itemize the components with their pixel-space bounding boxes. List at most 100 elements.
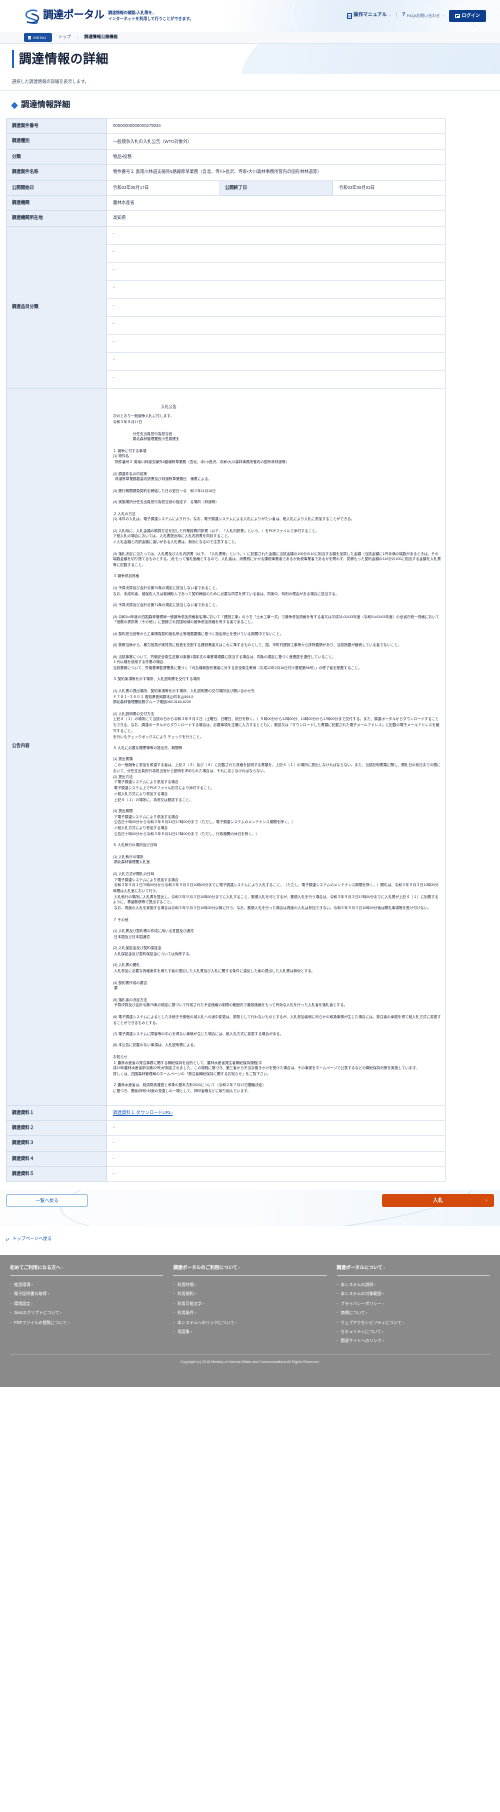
procurement-detail-table: 調達案件番号 00000000000000279034 調達種別 一般競争入札の…: [6, 118, 446, 1183]
footer-link-label: 利用条件: [177, 1310, 194, 1316]
table-row: 調達機関 農林水産省: [6, 194, 446, 212]
title-decoration-swoosh: [232, 44, 500, 74]
footer-link-label: セキュリティについて: [340, 1329, 382, 1335]
item-category-value: -: [106, 297, 446, 317]
footer-link[interactable]: 環境設定›: [10, 1299, 163, 1308]
chevron-right-icon: ›: [202, 1301, 205, 1306]
faq-link-label: FAQ・お問い合わせ: [406, 13, 441, 19]
row-value-case-name: 物件番号２ 奥南川林道支線外5路線除草業務（吾北、寺川・長沢、寺家・大川森林事務…: [106, 164, 446, 181]
action-bar: 一覧へ戻る 入札 ›: [0, 1190, 500, 1227]
footer-link[interactable]: PDFファイルの閲覧について›: [10, 1318, 163, 1327]
chevron-right-icon: ›: [389, 13, 391, 19]
footer-column-about: 調達ポータルについて› 本システムの説明› 本システムの対象範囲› プライバシー…: [336, 1265, 490, 1346]
footer-link-label: 本システムへのリンクについて: [177, 1319, 235, 1325]
footer-link[interactable]: Javaスクリプトについて›: [10, 1309, 163, 1318]
site-logo[interactable]: 調達ポータル: [24, 8, 105, 24]
footer-column-heading[interactable]: 初めてご利用になる方へ›: [10, 1264, 164, 1276]
chevron-right-icon: ›: [31, 1283, 33, 1288]
menu-button[interactable]: MENU: [24, 33, 53, 42]
row-value-material-2: -: [106, 1119, 446, 1137]
chevron-right-icon: ›: [194, 1311, 196, 1316]
table-row: 公告内容 入札公告 次のとおり一般競争入札に付します。 令和３年８月17日 分任支…: [6, 387, 446, 1106]
site-footer: 初めてご利用になる方へ› 推奨環境› 電子証明書の取得› 環境設定› Javaス…: [0, 1254, 500, 1387]
footer-link[interactable]: 推奨環境›: [10, 1281, 163, 1290]
footer-link[interactable]: ウェブアクセシビリティについて›: [337, 1318, 490, 1327]
site-tagline: 調達情報の確認・入札等を、 インターネットを利用して行うことができます。: [108, 10, 193, 22]
chevron-right-icon: ›: [374, 1283, 376, 1288]
footer-link-label: 利用規約: [177, 1291, 194, 1297]
footer-link[interactable]: 本システムの説明›: [337, 1281, 490, 1290]
table-row: 調達資料４ -: [6, 1150, 446, 1168]
footer-link[interactable]: 本システムの対象範囲›: [337, 1290, 490, 1299]
footer-link[interactable]: 関連サイトへのリンク›: [337, 1337, 490, 1346]
row-label-material-2: 調達資料２: [6, 1119, 107, 1137]
back-to-top-link[interactable]: トップページへ戻る: [12, 1236, 51, 1242]
row-label-notice-content: 公告内容: [6, 387, 107, 1106]
row-label-publish-end: 公開終了日: [219, 179, 333, 196]
table-row: 分類 物品・役務: [6, 148, 446, 166]
copyright-text: Copyright (c) 2018 Ministry of Internal …: [10, 1354, 490, 1365]
row-label-material-3: 調達資料３: [6, 1135, 107, 1152]
chevron-right-icon: ›: [68, 1320, 70, 1325]
row-label-agency-location: 調達機関所在地: [6, 210, 107, 227]
site-tagline-line2: インターネットを利用して行うことができます。: [108, 16, 194, 21]
footer-column-heading[interactable]: 調達ポータルについて›: [336, 1265, 490, 1276]
row-value-agency: 農林水産省: [106, 194, 446, 212]
chevron-right-icon: ›: [485, 1197, 487, 1204]
footer-link-label: 関連サイトへのリンク: [340, 1338, 382, 1344]
footer-link[interactable]: 利用条件›: [173, 1309, 326, 1318]
row-value-material-4: -: [106, 1150, 446, 1168]
login-icon: [455, 13, 460, 19]
footer-link[interactable]: 用語集›: [173, 1327, 326, 1336]
footer-link[interactable]: セキュリティについて›: [337, 1327, 490, 1336]
item-category-value: -: [106, 225, 446, 245]
chevron-right-icon: ›: [171, 1109, 173, 1115]
faq-link[interactable]: ? FAQ・お問い合わせ ›: [402, 12, 444, 19]
item-category-value: -: [106, 351, 446, 371]
header-divider: |: [395, 12, 397, 19]
material-1-download-link[interactable]: 調達資料１ ダウンロードURL›: [113, 1110, 173, 1115]
manual-book-icon: [347, 13, 352, 19]
breadcrumb-item-top[interactable]: トップ: [58, 34, 71, 40]
notice-title: 入札公告: [161, 404, 177, 410]
bid-button[interactable]: 入札 ›: [382, 1194, 494, 1208]
login-button[interactable]: ログイン: [449, 10, 486, 22]
row-label-material-1: 調達資料１: [6, 1104, 107, 1121]
bid-button-label: 入札: [432, 1198, 443, 1205]
row-label-classification: 分類: [6, 148, 107, 166]
footer-link-label: 電子証明書の取得: [14, 1291, 47, 1297]
row-value-publish-start: 令和03年08月17日: [106, 179, 220, 196]
row-label-item-category: 調達品目分類: [6, 225, 107, 389]
table-row: 調達機関所在地 高知県: [6, 210, 446, 227]
footer-link-label: 本システムの説明: [340, 1282, 374, 1288]
footer-link[interactable]: 電子証明書の取得›: [10, 1290, 163, 1299]
footer-link[interactable]: 利用可能文字›: [173, 1299, 326, 1308]
chevron-right-icon: ›: [382, 1292, 384, 1297]
chevron-right-icon: ›: [382, 1339, 384, 1344]
item-category-value: -: [106, 243, 446, 263]
chevron-right-icon: ›: [402, 1320, 404, 1325]
row-value-material-3: -: [106, 1135, 446, 1152]
table-row: 調達種別 一般競争入札の入札公告（WTO対象外）: [6, 133, 446, 150]
menu-button-label: MENU: [33, 35, 47, 40]
footer-link[interactable]: 商標について›: [337, 1309, 490, 1318]
material-1-link-label: 調達資料１ ダウンロードURL: [113, 1109, 172, 1115]
table-row: 調達案件名称 物件番号２ 奥南川林道支線外5路線除草業務（吾北、寺川・長沢、寺家…: [6, 164, 446, 181]
footer-link-label: 利用可能文字: [177, 1300, 202, 1306]
footer-link[interactable]: 本システムへのリンクについて›: [173, 1318, 326, 1327]
footer-link[interactable]: 利用時間›: [173, 1281, 326, 1290]
footer-link[interactable]: 利用規約›: [173, 1290, 326, 1299]
footer-link-label: PDFファイルの閲覧について: [14, 1319, 68, 1325]
footer-link[interactable]: プライバシーポリシー›: [337, 1299, 490, 1308]
item-category-value: -: [106, 369, 446, 389]
row-label-publish-start: 公開開始日: [6, 179, 107, 196]
chevron-right-icon: ›: [31, 1301, 33, 1306]
footer-heading-label: 調達ポータルのご利用について: [173, 1264, 238, 1270]
manual-link[interactable]: 操作マニュアル ›: [347, 12, 391, 20]
footer-column-heading[interactable]: 調達ポータルのご利用について›: [173, 1264, 327, 1276]
row-label-case-number: 調達案件番号: [6, 118, 107, 135]
chevron-right-icon: ›: [61, 1264, 63, 1270]
chevron-right-icon: ›: [47, 1292, 49, 1297]
manual-link-label: 操作マニュアル: [353, 12, 387, 18]
back-to-list-button[interactable]: 一覧へ戻る: [6, 1194, 88, 1208]
